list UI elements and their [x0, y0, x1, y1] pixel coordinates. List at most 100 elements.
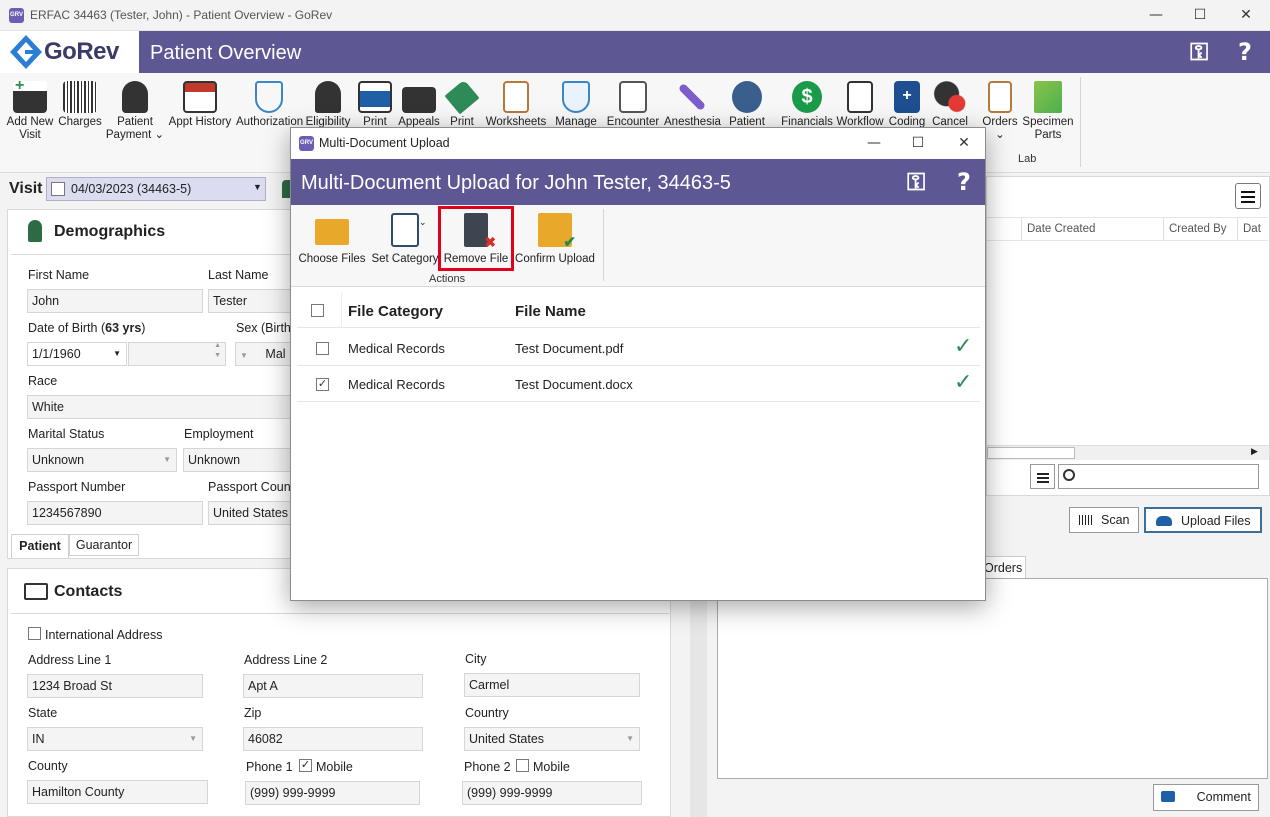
- column-file-name[interactable]: File Name: [515, 303, 586, 320]
- horizontal-scrollbar[interactable]: ▶: [987, 445, 1269, 460]
- ribbon-charges[interactable]: Charges: [57, 81, 103, 129]
- passport-number-field[interactable]: 1234567890: [27, 501, 203, 525]
- contacts-section: Contacts International Address Address L…: [7, 568, 671, 817]
- phone2-mobile-checkbox[interactable]: [516, 759, 529, 772]
- row-checkbox[interactable]: [316, 342, 329, 355]
- list-icon: [1037, 473, 1049, 475]
- dialog-maximize-button[interactable]: ☐: [895, 130, 941, 156]
- dialog-help-icon[interactable]: ?: [957, 168, 971, 196]
- column-created-by[interactable]: Created By: [1169, 223, 1227, 235]
- scan-button[interactable]: Scan: [1069, 507, 1139, 533]
- address-line2-field[interactable]: Apt A: [243, 674, 423, 698]
- time-field[interactable]: ▲ ▼: [128, 342, 226, 366]
- file-row[interactable]: ✓ Medical Records Test Document.docx ✓: [297, 366, 980, 402]
- search-input[interactable]: [1058, 464, 1259, 489]
- ribbon-separator: [1080, 77, 1081, 167]
- comment-button[interactable]: Comment: [1153, 784, 1259, 811]
- phone1-label: Phone 1: [246, 760, 293, 774]
- ribbon-print-tag[interactable]: Print: [444, 79, 480, 129]
- ribbon-financials[interactable]: $ Financials: [780, 81, 834, 129]
- ribbon-patient[interactable]: Patient: [724, 81, 770, 129]
- dialog-app-icon: GRV: [299, 136, 314, 151]
- scroll-right-icon[interactable]: ▶: [1251, 446, 1258, 457]
- scrollbar[interactable]: [690, 570, 707, 817]
- dialog-keys-icon[interactable]: ⚿: [907, 168, 925, 196]
- orders-panel: [717, 578, 1268, 779]
- column-date[interactable]: Dat: [1243, 223, 1261, 235]
- sex-value: Mal: [265, 347, 286, 361]
- upload-files-button[interactable]: Upload Files: [1144, 507, 1262, 533]
- phone1-field[interactable]: (999) 999-9999: [245, 781, 420, 805]
- country-select[interactable]: United States ▼: [464, 727, 640, 751]
- ribbon-appeals[interactable]: Appeals: [396, 81, 442, 129]
- address-line1-field[interactable]: 1234 Broad St: [27, 674, 203, 698]
- ribbon-encounter[interactable]: Encounter: [604, 81, 662, 129]
- ribbon-specimen-parts[interactable]: Specimen Parts: [1022, 81, 1074, 142]
- chevron-down-icon: ▼: [189, 734, 197, 743]
- menu-button[interactable]: [1235, 183, 1261, 209]
- ribbon-workflow[interactable]: Workflow: [836, 81, 884, 129]
- phone1-mobile-checkbox[interactable]: ✓: [299, 759, 312, 772]
- payment-icon: [122, 81, 148, 113]
- ribbon-coding[interactable]: + Coding: [886, 81, 928, 129]
- printer-icon: [358, 81, 392, 113]
- international-address-checkbox[interactable]: [28, 627, 41, 640]
- row-checkbox[interactable]: ✓: [316, 378, 329, 391]
- spinner-icon: ▲ ▼: [214, 342, 221, 359]
- ribbon-label: Orders: [982, 116, 1018, 128]
- ribbon-cancel[interactable]: Cancel: [930, 81, 970, 129]
- ribbon-print[interactable]: Print: [356, 81, 394, 129]
- scroll-thumb[interactable]: [987, 447, 1075, 459]
- select-all-checkbox[interactable]: [311, 304, 324, 317]
- column-date-created[interactable]: Date Created: [1027, 223, 1095, 235]
- visit-select[interactable]: 04/03/2023 (34463-5) ▼: [46, 177, 266, 201]
- tab-patient[interactable]: Patient: [11, 534, 69, 558]
- set-category-button[interactable]: Set Category ⌄: [371, 213, 439, 265]
- county-field[interactable]: Hamilton County: [27, 780, 208, 804]
- state-value: IN: [32, 732, 45, 746]
- dialog-close-button[interactable]: ✕: [941, 130, 987, 156]
- maximize-button[interactable]: ☐: [1177, 2, 1223, 28]
- comment-icon: [1161, 791, 1176, 802]
- contacts-title: Contacts: [54, 583, 123, 600]
- ribbon-worksheets[interactable]: Worksheets: [484, 81, 548, 129]
- barcode-icon: [1078, 515, 1093, 525]
- filter-menu-button[interactable]: [1030, 464, 1055, 489]
- minimize-button[interactable]: —: [1133, 2, 1179, 28]
- remove-file-button[interactable]: ✖ Remove File: [443, 213, 509, 265]
- ribbon-appt-history[interactable]: Appt History: [167, 81, 233, 129]
- file-row[interactable]: Medical Records Test Document.pdf ✓: [297, 330, 980, 366]
- marital-status-select[interactable]: Unknown ▼: [27, 448, 177, 472]
- dialog-window-title: Multi-Document Upload: [319, 136, 450, 150]
- tab-guarantor[interactable]: Guarantor: [69, 534, 139, 556]
- zip-field[interactable]: 46082: [243, 727, 423, 751]
- last-name-label: Last Name: [208, 268, 269, 282]
- column-file-category[interactable]: File Category: [348, 303, 443, 320]
- keys-icon[interactable]: ⚿: [1190, 38, 1208, 66]
- cancel-clock-icon: [933, 81, 967, 113]
- ribbon-anesthesia[interactable]: Anesthesia: [664, 81, 721, 129]
- phone2-field[interactable]: (999) 999-9999: [462, 781, 642, 805]
- choose-files-label: Choose Files: [298, 253, 366, 265]
- first-name-field[interactable]: John: [27, 289, 203, 313]
- dialog-minimize-button[interactable]: —: [851, 130, 897, 156]
- choose-files-button[interactable]: Choose Files: [297, 213, 367, 265]
- ribbon-add-new-visit[interactable]: + Add New Visit: [5, 78, 55, 142]
- dialog-header-title: Multi-Document Upload for John Tester, 3…: [301, 172, 731, 194]
- state-select[interactable]: IN ▼: [27, 727, 203, 751]
- ribbon-manage[interactable]: Manage: [552, 81, 600, 129]
- person-check-icon: [315, 81, 341, 113]
- dob-field[interactable]: 1/1/1960 ▼: [27, 342, 127, 366]
- ribbon-patient-payment[interactable]: Patient Payment ⌄: [105, 81, 165, 142]
- app-icon: GRV: [9, 8, 24, 23]
- ribbon-eligibility[interactable]: Eligibility: [304, 81, 352, 129]
- dob-label-close: ): [141, 321, 146, 335]
- race-field[interactable]: White: [27, 395, 307, 419]
- confirm-upload-button[interactable]: ✔ Confirm Upload: [513, 213, 597, 265]
- employment-select[interactable]: Unknown: [183, 448, 307, 472]
- city-field[interactable]: Carmel: [464, 673, 640, 697]
- ribbon-authorization[interactable]: Authorization: [236, 81, 303, 129]
- help-icon[interactable]: ?: [1238, 38, 1252, 66]
- comment-label: Comment: [1196, 790, 1251, 804]
- close-button[interactable]: ✕: [1223, 2, 1269, 28]
